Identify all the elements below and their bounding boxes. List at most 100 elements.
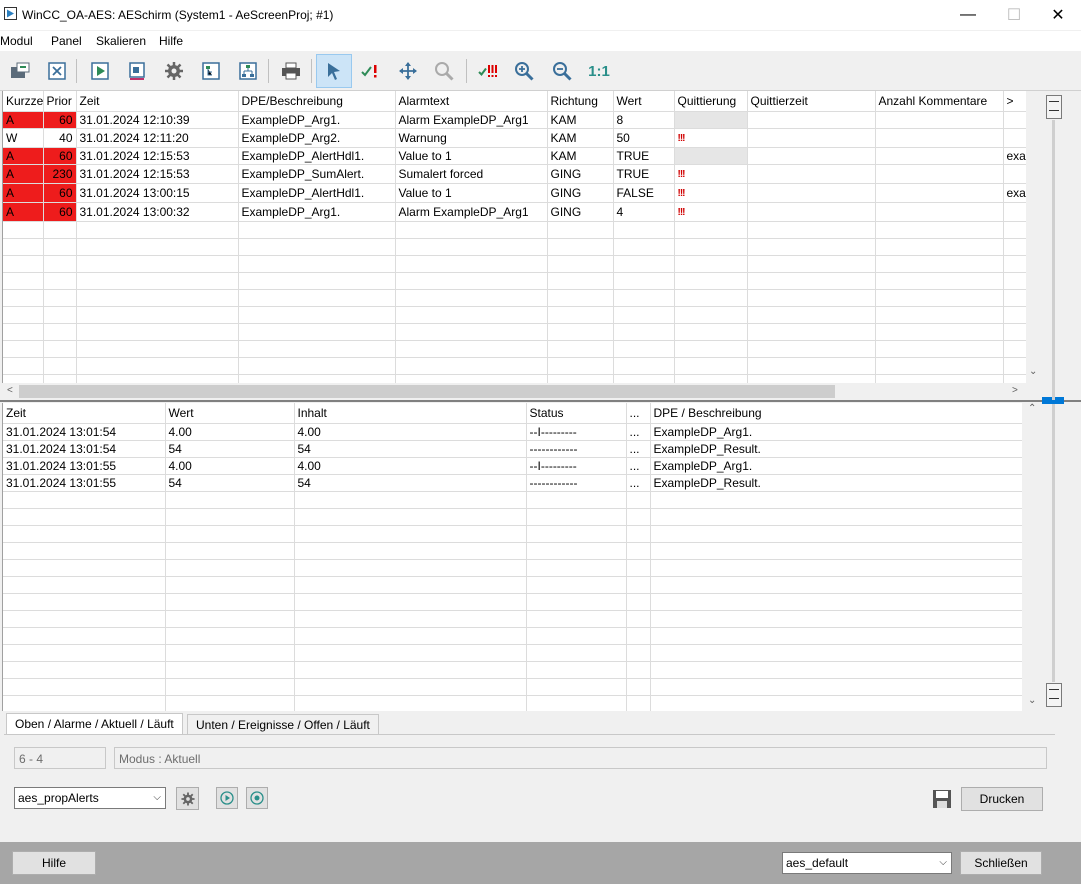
- col-kurzzeichen[interactable]: Kurzzeichen: [3, 91, 44, 112]
- alarm-row[interactable]: [3, 306, 1027, 324]
- scroll-down-icon[interactable]: ⌄: [1028, 695, 1036, 706]
- minimize-button[interactable]: —: [945, 0, 991, 30]
- col-quittierzeit[interactable]: Quittierzeit: [747, 91, 876, 112]
- zoom-out-icon[interactable]: [548, 57, 576, 85]
- close-panel-icon[interactable]: [43, 57, 71, 85]
- hierarchy-icon[interactable]: [234, 57, 262, 85]
- play-button[interactable]: [216, 787, 238, 809]
- alarm-row[interactable]: W 40 31.01.2024 12:11:20 ExampleDP_Arg2. War…: [3, 128, 1027, 148]
- scroll-right-icon[interactable]: >: [1012, 385, 1018, 396]
- help-button[interactable]: Hilfe: [12, 851, 96, 875]
- alarm-row[interactable]: [3, 289, 1027, 307]
- col-anzahl-kommentare[interactable]: Anzahl Kommentare: [875, 91, 1004, 112]
- menu-skalieren[interactable]: Skalieren: [96, 34, 146, 48]
- col-ev-dpe[interactable]: DPE / Beschreibung: [650, 403, 1023, 424]
- alarm-row[interactable]: [3, 374, 1027, 383]
- stop-button[interactable]: [246, 787, 268, 809]
- col-ev-dots[interactable]: ...: [626, 403, 651, 424]
- zoom-reset-button[interactable]: 1:1: [584, 57, 614, 85]
- run-icon[interactable]: [86, 57, 114, 85]
- event-row[interactable]: [3, 627, 1023, 645]
- alarm-row[interactable]: A 60 31.01.2024 12:10:39 ExampleDP_Arg1. Al…: [3, 111, 1027, 129]
- col-quittierung[interactable]: Quittierung: [674, 91, 748, 112]
- print-icon[interactable]: [277, 57, 305, 85]
- col-dpe[interactable]: DPE/Beschreibung: [238, 91, 396, 112]
- col-ev-status[interactable]: Status: [526, 403, 627, 424]
- alarm-row[interactable]: [3, 255, 1027, 273]
- alarm-row[interactable]: [3, 221, 1027, 239]
- event-row[interactable]: 31.01.2024 13:01:54 54 54 ------------... Ex…: [3, 440, 1023, 458]
- property-icon[interactable]: [123, 57, 151, 85]
- event-row[interactable]: [3, 610, 1023, 628]
- tab-unten-ereignisse[interactable]: Unten / Ereignisse / Offen / Läuft: [187, 714, 379, 735]
- close-button[interactable]: Schließen: [960, 851, 1042, 875]
- event-row[interactable]: [3, 644, 1023, 662]
- scroll-left-icon[interactable]: <: [7, 385, 13, 396]
- config-select[interactable]: aes_propAlerts ⌵: [14, 787, 166, 809]
- close-window-button[interactable]: ✕: [1035, 0, 1081, 30]
- profile-select[interactable]: aes_default ⌵: [782, 852, 952, 874]
- maximize-button[interactable]: ☐: [991, 0, 1037, 30]
- event-row[interactable]: 31.01.2024 13:01:54 4.00 4.00 --I---------.…: [3, 423, 1023, 441]
- settings-gear-button[interactable]: [176, 787, 199, 810]
- settings-gear-icon[interactable]: [160, 57, 188, 85]
- search-icon[interactable]: [430, 57, 458, 85]
- scroll-up-icon[interactable]: ⌃: [1028, 403, 1036, 414]
- open-panel-icon[interactable]: [6, 57, 34, 85]
- col-wert[interactable]: Wert: [613, 91, 675, 112]
- event-row[interactable]: 31.01.2024 13:01:55 54 54 ------------... Ex…: [3, 474, 1023, 492]
- menu-panel[interactable]: Panel: [51, 34, 82, 48]
- event-row[interactable]: [3, 508, 1023, 526]
- event-row[interactable]: [3, 559, 1023, 577]
- alarm-row[interactable]: A 60 31.01.2024 13:00:15 ExampleDP_AlertHdl…: [3, 183, 1027, 203]
- panel-handle-top-icon[interactable]: [1046, 95, 1062, 119]
- event-row[interactable]: [3, 491, 1023, 509]
- col-ev-inhalt[interactable]: Inhalt: [294, 403, 527, 424]
- hscroll-thumb[interactable]: [19, 385, 835, 398]
- scroll-down-icon[interactable]: ⌄: [1029, 366, 1037, 377]
- alarm-row[interactable]: A 60 31.01.2024 12:15:53 ExampleDP_AlertHdl…: [3, 147, 1027, 165]
- event-row[interactable]: [3, 576, 1023, 594]
- col-prior[interactable]: Prior: [43, 91, 77, 112]
- zoom-in-icon[interactable]: [510, 57, 538, 85]
- event-cell-status: --I---------: [526, 423, 627, 441]
- panel-handle-bottom-icon[interactable]: [1046, 683, 1062, 707]
- event-row[interactable]: [3, 525, 1023, 543]
- col-ev-wert[interactable]: Wert: [165, 403, 295, 424]
- alarm-row[interactable]: A 60 31.01.2024 13:00:32 ExampleDP_Arg1. Al…: [3, 202, 1027, 222]
- col-zeit[interactable]: Zeit: [76, 91, 239, 112]
- col-more[interactable]: >: [1003, 91, 1027, 112]
- move-icon[interactable]: [394, 57, 422, 85]
- alarm-cell-wert: 8: [613, 111, 675, 129]
- alarm-table-vscroll[interactable]: ⌄: [1026, 91, 1042, 383]
- event-row[interactable]: [3, 678, 1023, 696]
- event-row[interactable]: [3, 695, 1023, 711]
- save-icon[interactable]: [931, 788, 953, 810]
- alarm-row[interactable]: A 230 31.01.2024 12:15:53 ExampleDP_SumAler…: [3, 164, 1027, 184]
- event-row[interactable]: [3, 661, 1023, 679]
- alarm-row[interactable]: [3, 323, 1027, 341]
- alarm-row[interactable]: [3, 238, 1027, 256]
- menu-hilfe[interactable]: Hilfe: [159, 34, 183, 48]
- alarm-row[interactable]: [3, 272, 1027, 290]
- col-ev-zeit[interactable]: Zeit: [3, 403, 166, 424]
- splitter[interactable]: [0, 400, 1081, 402]
- alarm-cell-kurz: A: [3, 202, 44, 222]
- alarm-cell-quitt: !!!: [674, 202, 748, 222]
- event-row[interactable]: 31.01.2024 13:01:55 4.00 4.00 --I---------.…: [3, 457, 1023, 475]
- acknowledge-all-icon[interactable]: [474, 57, 502, 85]
- tab-oben-alarme[interactable]: Oben / Alarme / Aktuell / Läuft: [6, 713, 183, 735]
- alarm-row[interactable]: [3, 340, 1027, 358]
- event-row[interactable]: [3, 593, 1023, 611]
- select-pointer-icon[interactable]: [316, 54, 352, 88]
- col-alarmtext[interactable]: Alarmtext: [395, 91, 548, 112]
- event-table-vscroll[interactable]: ⌃ ⌄: [1022, 403, 1042, 711]
- alarm-row[interactable]: [3, 357, 1027, 375]
- alarm-table-hscroll[interactable]: < >: [2, 383, 1026, 400]
- col-richtung[interactable]: Richtung: [547, 91, 614, 112]
- menu-modul[interactable]: Modul: [0, 34, 33, 48]
- tree-view-icon[interactable]: [197, 57, 225, 85]
- acknowledge-icon[interactable]: [356, 57, 384, 85]
- print-button[interactable]: Drucken: [961, 787, 1043, 811]
- event-row[interactable]: [3, 542, 1023, 560]
